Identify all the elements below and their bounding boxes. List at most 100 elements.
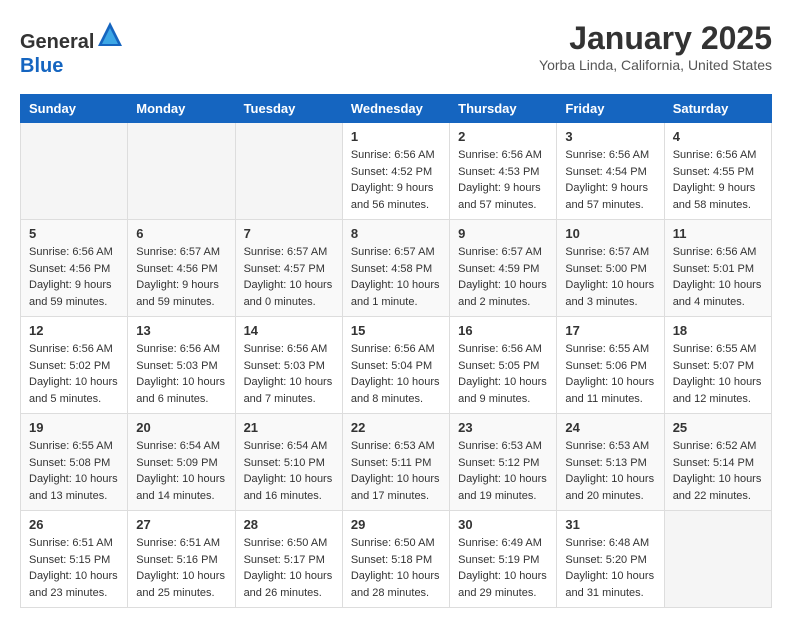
calendar-cell: 18Sunrise: 6:55 AM Sunset: 5:07 PM Dayli… xyxy=(664,317,771,414)
day-number: 25 xyxy=(673,420,763,435)
day-number: 5 xyxy=(29,226,119,241)
day-info: Sunrise: 6:56 AM Sunset: 5:02 PM Dayligh… xyxy=(29,341,119,407)
calendar-cell: 17Sunrise: 6:55 AM Sunset: 5:06 PM Dayli… xyxy=(557,317,664,414)
day-info: Sunrise: 6:53 AM Sunset: 5:12 PM Dayligh… xyxy=(458,438,548,504)
calendar-cell xyxy=(21,123,128,220)
day-info: Sunrise: 6:54 AM Sunset: 5:10 PM Dayligh… xyxy=(244,438,334,504)
calendar-week-2: 5 Sunrise: 6:56 AM Sunset: 4:56 PM Daylig… xyxy=(21,220,772,317)
weekday-header-friday: Friday xyxy=(557,95,664,123)
day-info: Sunrise: 6:49 AM Sunset: 5:19 PM Dayligh… xyxy=(458,535,548,601)
calendar-cell: 13 Sunrise: 6:56 AM Sunset: 5:03 PM Dayli… xyxy=(128,317,235,414)
day-number: 21 xyxy=(244,420,334,435)
day-info: Sunrise: 6:56 AM Sunset: 4:52 PM Dayligh… xyxy=(351,147,441,213)
day-number: 15 xyxy=(351,323,441,338)
day-info: Sunrise: 6:52 AM Sunset: 5:14 PM Dayligh… xyxy=(673,438,763,504)
calendar-cell: 5 Sunrise: 6:56 AM Sunset: 4:56 PM Daylig… xyxy=(21,220,128,317)
calendar-cell: 29 Sunrise: 6:50 AM Sunset: 5:18 PM Dayli… xyxy=(342,511,449,608)
day-number: 30 xyxy=(458,517,548,532)
day-number: 24 xyxy=(565,420,655,435)
day-info: Sunrise: 6:57 AM Sunset: 4:56 PM Dayligh… xyxy=(136,244,226,310)
calendar-cell: 24 Sunrise: 6:53 AM Sunset: 5:13 PM Dayli… xyxy=(557,414,664,511)
calendar-cell xyxy=(128,123,235,220)
day-info: Sunrise: 6:50 AM Sunset: 5:17 PM Dayligh… xyxy=(244,535,334,601)
day-info: Sunrise: 6:53 AM Sunset: 5:11 PM Dayligh… xyxy=(351,438,441,504)
day-info: Sunrise: 6:51 AM Sunset: 5:15 PM Dayligh… xyxy=(29,535,119,601)
day-info: Sunrise: 6:50 AM Sunset: 5:18 PM Dayligh… xyxy=(351,535,441,601)
day-number: 7 xyxy=(244,226,334,241)
day-number: 6 xyxy=(136,226,226,241)
day-info: Sunrise: 6:56 AM Sunset: 5:03 PM Dayligh… xyxy=(136,341,226,407)
calendar-week-5: 26 Sunrise: 6:51 AM Sunset: 5:15 PM Dayli… xyxy=(21,511,772,608)
location: Yorba Linda, California, United States xyxy=(539,57,772,73)
calendar-week-3: 12Sunrise: 6:56 AM Sunset: 5:02 PM Dayli… xyxy=(21,317,772,414)
day-number: 20 xyxy=(136,420,226,435)
day-number: 3 xyxy=(565,129,655,144)
day-info: Sunrise: 6:57 AM Sunset: 4:57 PM Dayligh… xyxy=(244,244,334,310)
day-number: 18 xyxy=(673,323,763,338)
weekday-header-monday: Monday xyxy=(128,95,235,123)
calendar-cell: 22 Sunrise: 6:53 AM Sunset: 5:11 PM Dayli… xyxy=(342,414,449,511)
title-block: January 2025 Yorba Linda, California, Un… xyxy=(539,20,772,73)
weekday-header-thursday: Thursday xyxy=(450,95,557,123)
calendar-cell: 14 Sunrise: 6:56 AM Sunset: 5:03 PM Dayli… xyxy=(235,317,342,414)
calendar-cell: 30 Sunrise: 6:49 AM Sunset: 5:19 PM Dayli… xyxy=(450,511,557,608)
logo-blue: Blue xyxy=(20,55,63,77)
weekday-header-sunday: Sunday xyxy=(21,95,128,123)
day-number: 26 xyxy=(29,517,119,532)
calendar-week-4: 19Sunrise: 6:55 AM Sunset: 5:08 PM Dayli… xyxy=(21,414,772,511)
calendar-cell: 27 Sunrise: 6:51 AM Sunset: 5:16 PM Dayli… xyxy=(128,511,235,608)
day-number: 29 xyxy=(351,517,441,532)
calendar-cell: 6 Sunrise: 6:57 AM Sunset: 4:56 PM Daylig… xyxy=(128,220,235,317)
calendar-cell: 28Sunrise: 6:50 AM Sunset: 5:17 PM Dayli… xyxy=(235,511,342,608)
day-number: 14 xyxy=(244,323,334,338)
calendar-cell: 26 Sunrise: 6:51 AM Sunset: 5:15 PM Dayli… xyxy=(21,511,128,608)
day-number: 1 xyxy=(351,129,441,144)
day-info: Sunrise: 6:54 AM Sunset: 5:09 PM Dayligh… xyxy=(136,438,226,504)
day-number: 27 xyxy=(136,517,226,532)
day-info: Sunrise: 6:53 AM Sunset: 5:13 PM Dayligh… xyxy=(565,438,655,504)
day-number: 10 xyxy=(565,226,655,241)
day-info: Sunrise: 6:56 AM Sunset: 4:56 PM Dayligh… xyxy=(29,244,119,310)
day-info: Sunrise: 6:56 AM Sunset: 4:54 PM Dayligh… xyxy=(565,147,655,213)
day-info: Sunrise: 6:56 AM Sunset: 4:53 PM Dayligh… xyxy=(458,147,548,213)
logo-general: General xyxy=(20,31,94,53)
day-number: 2 xyxy=(458,129,548,144)
calendar-header-row: SundayMondayTuesdayWednesdayThursdayFrid… xyxy=(21,95,772,123)
calendar-cell: 31Sunrise: 6:48 AM Sunset: 5:20 PM Dayli… xyxy=(557,511,664,608)
day-number: 19 xyxy=(29,420,119,435)
calendar-cell xyxy=(235,123,342,220)
calendar-cell: 8Sunrise: 6:57 AM Sunset: 4:58 PM Daylig… xyxy=(342,220,449,317)
calendar-cell: 11Sunrise: 6:56 AM Sunset: 5:01 PM Dayli… xyxy=(664,220,771,317)
calendar-cell: 19Sunrise: 6:55 AM Sunset: 5:08 PM Dayli… xyxy=(21,414,128,511)
calendar-table: SundayMondayTuesdayWednesdayThursdayFrid… xyxy=(20,94,772,608)
calendar-cell: 9 Sunrise: 6:57 AM Sunset: 4:59 PM Daylig… xyxy=(450,220,557,317)
day-info: Sunrise: 6:56 AM Sunset: 5:04 PM Dayligh… xyxy=(351,341,441,407)
day-info: Sunrise: 6:56 AM Sunset: 5:03 PM Dayligh… xyxy=(244,341,334,407)
day-number: 9 xyxy=(458,226,548,241)
calendar-cell: 15 Sunrise: 6:56 AM Sunset: 5:04 PM Dayli… xyxy=(342,317,449,414)
page-header: General Blue January 2025 Yorba Linda, C… xyxy=(20,20,772,78)
weekday-header-tuesday: Tuesday xyxy=(235,95,342,123)
day-number: 22 xyxy=(351,420,441,435)
weekday-header-wednesday: Wednesday xyxy=(342,95,449,123)
month-title: January 2025 xyxy=(539,20,772,57)
calendar-cell: 10Sunrise: 6:57 AM Sunset: 5:00 PM Dayli… xyxy=(557,220,664,317)
day-number: 11 xyxy=(673,226,763,241)
weekday-header-saturday: Saturday xyxy=(664,95,771,123)
day-number: 13 xyxy=(136,323,226,338)
day-info: Sunrise: 6:57 AM Sunset: 4:59 PM Dayligh… xyxy=(458,244,548,310)
day-info: Sunrise: 6:56 AM Sunset: 4:55 PM Dayligh… xyxy=(673,147,763,213)
logo: General Blue xyxy=(20,20,124,78)
calendar-cell: 16Sunrise: 6:56 AM Sunset: 5:05 PM Dayli… xyxy=(450,317,557,414)
calendar-cell: 3 Sunrise: 6:56 AM Sunset: 4:54 PM Daylig… xyxy=(557,123,664,220)
calendar-cell: 2 Sunrise: 6:56 AM Sunset: 4:53 PM Daylig… xyxy=(450,123,557,220)
logo-icon xyxy=(96,20,124,48)
day-number: 16 xyxy=(458,323,548,338)
calendar-cell: 7 Sunrise: 6:57 AM Sunset: 4:57 PM Daylig… xyxy=(235,220,342,317)
day-number: 23 xyxy=(458,420,548,435)
day-number: 31 xyxy=(565,517,655,532)
calendar-cell: 12Sunrise: 6:56 AM Sunset: 5:02 PM Dayli… xyxy=(21,317,128,414)
calendar-cell: 1 Sunrise: 6:56 AM Sunset: 4:52 PM Daylig… xyxy=(342,123,449,220)
day-number: 4 xyxy=(673,129,763,144)
day-info: Sunrise: 6:51 AM Sunset: 5:16 PM Dayligh… xyxy=(136,535,226,601)
